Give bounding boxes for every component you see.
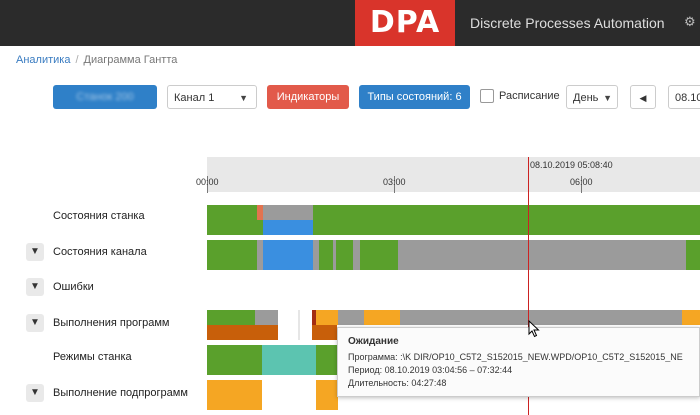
gantt-bar-idle[interactable] <box>263 205 313 220</box>
channel-select[interactable]: Канал 1 ▼ <box>167 85 257 109</box>
gantt-bar-mode-auto[interactable] <box>207 345 262 375</box>
indicators-button[interactable]: Индикаторы <box>267 85 349 109</box>
chevron-down-icon: ▼ <box>30 246 40 257</box>
timeline-tick-label: 06:00 <box>570 177 593 187</box>
machine-select-label: Станок 200 <box>76 91 134 103</box>
mouse-pointer-icon <box>528 320 540 338</box>
breadcrumb-analytics-link[interactable]: Аналитика <box>16 54 70 66</box>
row-label-subprogram-runs: Выполнение подпрограмм <box>53 387 188 399</box>
gantt-bar-mode-manual[interactable] <box>262 345 316 375</box>
schedule-label: Расписание <box>499 90 560 102</box>
gantt-bar-program[interactable] <box>207 325 278 340</box>
machine-select-button[interactable]: Станок 200 <box>53 85 157 109</box>
gantt-bar-mode-auto[interactable] <box>316 345 338 375</box>
gantt-bar-program[interactable] <box>207 310 255 325</box>
chevron-down-icon: ▼ <box>30 317 40 328</box>
gantt-bar-gap <box>298 310 300 340</box>
tooltip-program: Программа: :\K DIR/OP10_C5T2_S152015_NEW… <box>348 352 683 362</box>
toolbar: Станок 200 Канал 1 ▼ Индикаторы Типы сост… <box>0 85 700 109</box>
gantt-bar-working[interactable] <box>360 240 398 270</box>
gantt-bar-program[interactable] <box>312 325 337 340</box>
gantt-bar-program[interactable] <box>364 310 400 325</box>
prev-period-button[interactable]: ◀ <box>630 85 656 109</box>
gantt-bar-program[interactable] <box>255 310 278 325</box>
gantt-bar-subprogram[interactable] <box>207 380 262 410</box>
cursor-time-label: 08.10.2019 05:08:40 <box>530 160 613 170</box>
brand-title: Discrete Processes Automation <box>470 15 665 31</box>
period-select-value: День <box>573 92 599 104</box>
gantt-bar-working[interactable] <box>207 240 257 270</box>
gantt-bar-subprogram[interactable] <box>316 380 338 410</box>
gantt-bar-waiting[interactable] <box>400 310 682 325</box>
chevron-down-icon: ▼ <box>30 387 40 398</box>
gantt-bar-working[interactable] <box>313 205 700 235</box>
row-label-program-runs: Выполнения программ <box>53 317 170 329</box>
chevron-down-icon: ▼ <box>239 93 248 103</box>
tooltip-period: Период: 08.10.2019 03:04:56 – 07:32:44 <box>348 365 513 375</box>
expand-subprogram-runs-button[interactable]: ▼ <box>26 384 44 402</box>
row-label-machine-modes: Режимы станка <box>53 351 132 363</box>
state-types-button[interactable]: Типы состояний: 6 <box>359 85 470 109</box>
gantt-bar-program[interactable] <box>338 310 364 325</box>
gantt-bar-working[interactable] <box>319 240 333 270</box>
gantt-bar-program[interactable] <box>316 310 338 325</box>
breadcrumb-current: Диаграмма Гантта <box>83 54 178 66</box>
period-select[interactable]: День ▼ <box>566 85 618 109</box>
gantt-bar-idle[interactable] <box>353 240 360 270</box>
settings-icon[interactable]: ⚙ <box>684 14 696 30</box>
timeline-tick-label: 00:00 <box>196 177 219 187</box>
bar-tooltip: Ожидание Программа: :\K DIR/OP10_C5T2_S1… <box>337 327 700 397</box>
tooltip-duration: Длительность: 04:27:48 <box>348 378 447 388</box>
dpa-logo[interactable]: DPA <box>355 0 455 46</box>
timeline-tick-label: 03:00 <box>383 177 406 187</box>
schedule-checkbox[interactable] <box>480 89 494 103</box>
timeline-header[interactable] <box>207 157 700 192</box>
expand-errors-button[interactable]: ▼ <box>26 278 44 296</box>
gantt-bar-idle[interactable] <box>398 240 686 270</box>
tooltip-title: Ожидание <box>348 336 399 347</box>
expand-channel-states-button[interactable]: ▼ <box>26 243 44 261</box>
top-bar: DPA Discrete Processes Automation ⚙ <box>0 0 700 46</box>
date-field[interactable]: 08.10. <box>668 85 700 109</box>
breadcrumb-separator: / <box>75 54 79 66</box>
gantt-bar-working[interactable] <box>207 205 257 235</box>
triangle-left-icon: ◀ <box>639 93 647 103</box>
gantt-bar-working[interactable] <box>686 240 700 270</box>
row-label-machine-states: Состояния станка <box>53 210 145 222</box>
expand-program-runs-button[interactable]: ▼ <box>26 314 44 332</box>
gantt-bar-working[interactable] <box>336 240 353 270</box>
row-label-channel-states: Состояния канала <box>53 246 147 258</box>
gantt-bar-setup[interactable] <box>263 220 313 235</box>
row-label-errors: Ошибки <box>53 281 94 293</box>
gantt-bar-program[interactable] <box>682 310 700 325</box>
chevron-down-icon: ▼ <box>30 281 40 292</box>
channel-select-value: Канал 1 <box>174 92 215 104</box>
gantt-bar-setup[interactable] <box>263 240 313 270</box>
chevron-down-icon: ▼ <box>603 93 612 103</box>
breadcrumb: Аналитика / Диаграмма Гантта <box>16 54 177 66</box>
